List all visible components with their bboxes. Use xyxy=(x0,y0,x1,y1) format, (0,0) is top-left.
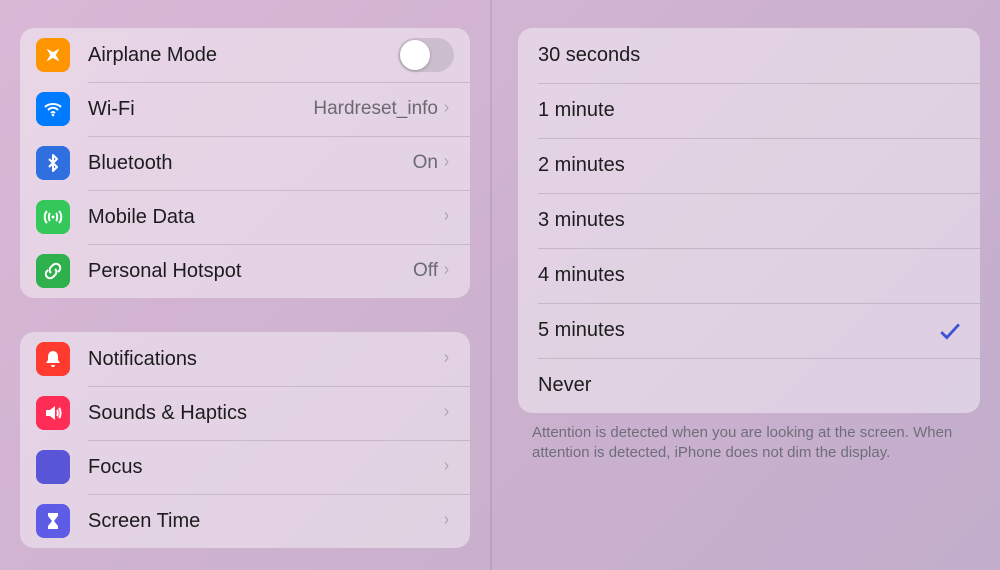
moon-icon xyxy=(36,450,70,484)
chevron-right-icon xyxy=(444,263,454,279)
footer-text: Attention is detected when you are looki… xyxy=(518,413,980,464)
hotspot-value: Off xyxy=(413,260,438,282)
chevron-right-icon xyxy=(444,209,454,225)
sidebar-item-notifications[interactable]: Notifications xyxy=(20,332,470,386)
hourglass-icon xyxy=(36,504,70,538)
bluetooth-icon xyxy=(36,146,70,180)
sidebar-item-label: Airplane Mode xyxy=(88,44,217,67)
chevron-right-icon xyxy=(444,155,454,171)
sidebar-item-screentime[interactable]: Screen Time xyxy=(20,494,470,548)
autolock-options: 30 seconds 1 minute 2 minutes 3 minutes 4 mi… xyxy=(518,28,980,413)
wifi-value: Hardreset_info xyxy=(313,98,438,120)
sidebar-item-bluetooth[interactable]: Bluetooth On xyxy=(20,136,470,190)
sidebar-item-label: Bluetooth xyxy=(88,152,173,175)
sidebar-item-label: Notifications xyxy=(88,348,197,371)
sidebar-item-label: Focus xyxy=(88,456,142,479)
option-label: 3 minutes xyxy=(538,209,625,232)
autolock-option-5[interactable]: 5 minutes xyxy=(518,303,980,358)
autolock-option-1[interactable]: 1 minute xyxy=(518,83,980,138)
sidebar-item-label: Wi-Fi xyxy=(88,98,135,121)
option-label: 5 minutes xyxy=(538,319,625,342)
chevron-right-icon xyxy=(444,351,454,367)
link-icon xyxy=(36,254,70,288)
sidebar-item-sounds[interactable]: Sounds & Haptics xyxy=(20,386,470,440)
sidebar-item-label: Screen Time xyxy=(88,510,200,533)
chevron-right-icon xyxy=(444,101,454,117)
sidebar-item-mobile[interactable]: Mobile Data xyxy=(20,190,470,244)
autolock-option-0[interactable]: 30 seconds xyxy=(518,28,980,83)
option-label: 2 minutes xyxy=(538,154,625,177)
settings-group-attention: Notifications Sounds & Haptics Focus Screen… xyxy=(20,332,470,548)
speaker-icon xyxy=(36,396,70,430)
autolock-option-2[interactable]: 2 minutes xyxy=(518,138,980,193)
sidebar-item-label: Personal Hotspot xyxy=(88,260,241,283)
settings-sidebar: Airplane Mode Wi-Fi Hardreset_info Bluetoot… xyxy=(0,0,490,570)
option-label: 30 seconds xyxy=(538,44,640,67)
detail-pane: 30 seconds 1 minute 2 minutes 3 minutes 4 mi… xyxy=(492,0,1000,570)
settings-group-connectivity: Airplane Mode Wi-Fi Hardreset_info Bluetoot… xyxy=(20,28,470,298)
sidebar-item-label: Mobile Data xyxy=(88,206,195,229)
checkmark-icon xyxy=(938,320,960,342)
sidebar-item-focus[interactable]: Focus xyxy=(20,440,470,494)
airplane-toggle[interactable] xyxy=(398,38,454,72)
bluetooth-value: On xyxy=(413,152,438,174)
chevron-right-icon xyxy=(444,513,454,529)
bell-icon xyxy=(36,342,70,376)
autolock-option-6[interactable]: Never xyxy=(518,358,980,413)
chevron-right-icon xyxy=(444,405,454,421)
sidebar-item-airplane[interactable]: Airplane Mode xyxy=(20,28,470,82)
sidebar-item-hotspot[interactable]: Personal Hotspot Off xyxy=(20,244,470,298)
wifi-icon xyxy=(36,92,70,126)
airplane-icon xyxy=(36,38,70,72)
option-label: 4 minutes xyxy=(538,264,625,287)
autolock-option-3[interactable]: 3 minutes xyxy=(518,193,980,248)
autolock-option-4[interactable]: 4 minutes xyxy=(518,248,980,303)
sidebar-item-wifi[interactable]: Wi-Fi Hardreset_info xyxy=(20,82,470,136)
antenna-icon xyxy=(36,200,70,234)
sidebar-item-label: Sounds & Haptics xyxy=(88,402,247,425)
option-label: Never xyxy=(538,374,591,397)
option-label: 1 minute xyxy=(538,99,615,122)
chevron-right-icon xyxy=(444,459,454,475)
